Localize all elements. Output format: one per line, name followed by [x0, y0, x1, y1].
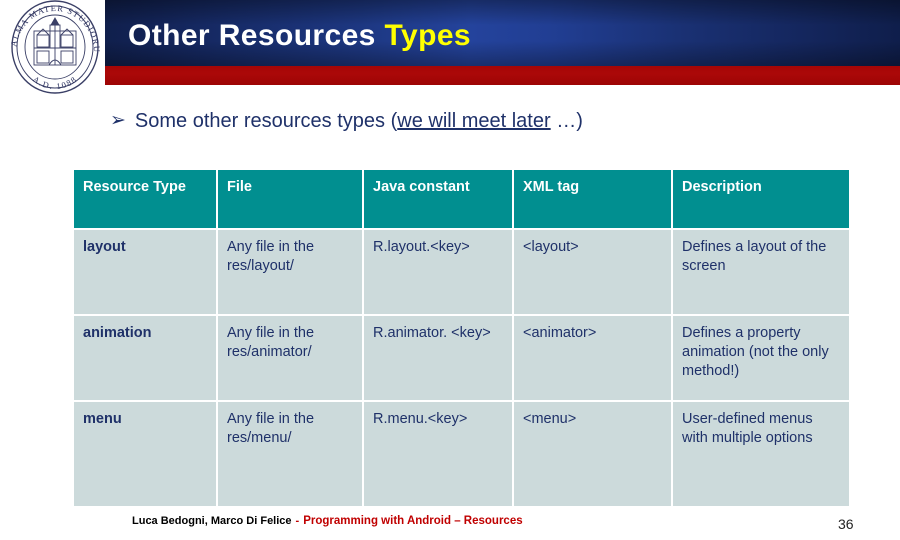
column-header-java-constant: Java constant: [364, 170, 512, 228]
cell-resource-type: layout: [74, 230, 216, 314]
table-row: animation Any file in the res/animator/ …: [74, 316, 849, 400]
bullet-text-underlined: we will meet later: [397, 110, 551, 132]
cell-resource-type: animation: [74, 316, 216, 400]
column-header-resource-type: Resource Type: [74, 170, 216, 228]
column-header-file: File: [218, 170, 362, 228]
red-accent-bar: [105, 66, 900, 85]
cell-java-constant: R.layout.<key>: [364, 230, 512, 314]
table-header-row: Resource Type File Java constant XML tag…: [74, 170, 849, 228]
cell-file: Any file in the res/layout/: [218, 230, 362, 314]
cell-file: Any file in the res/animator/: [218, 316, 362, 400]
bullet-text-suffix: …): [550, 110, 583, 132]
page-title-main: Other Resources: [128, 19, 376, 52]
cell-java-constant: R.menu.<key>: [364, 402, 512, 506]
page-title: Other Resources Types: [128, 14, 471, 58]
cell-xml-tag: <menu>: [514, 402, 671, 506]
column-header-description: Description: [673, 170, 849, 228]
cell-description: Defines a property animation (not the on…: [673, 316, 849, 400]
page-title-accent: Types: [384, 19, 471, 52]
arrow-bullet-icon: ➢: [110, 110, 126, 131]
table-row: layout Any file in the res/layout/ R.lay…: [74, 230, 849, 314]
footer-subject: Programming with Android – Resources: [303, 515, 523, 527]
page-number: 36: [838, 516, 854, 532]
cell-java-constant: R.animator. <key>: [364, 316, 512, 400]
column-header-xml-tag: XML tag: [514, 170, 671, 228]
cell-description: Defines a layout of the screen: [673, 230, 849, 314]
footer-dash: -: [295, 515, 300, 527]
bullet-text-prefix: Some other resources types (: [134, 110, 398, 132]
resource-types-table: Resource Type File Java constant XML tag…: [72, 168, 851, 508]
bullet-point: ➢ Some other resources types (we will mee…: [110, 110, 870, 133]
footer-authors: Luca Bedogni, Marco Di Felice: [132, 515, 292, 527]
cell-file: Any file in the res/menu/: [218, 402, 362, 506]
slide-footer: Luca Bedogni, Marco Di Felice - Programmin…: [0, 515, 900, 535]
cell-description: User-defined menus with multiple options: [673, 402, 849, 506]
cell-xml-tag: <layout>: [514, 230, 671, 314]
cell-resource-type: menu: [74, 402, 216, 506]
table-row: menu Any file in the res/menu/ R.menu.<k…: [74, 402, 849, 506]
cell-xml-tag: <animator>: [514, 316, 671, 400]
university-seal-logo: ALMA MATER STUDIORUM A.D. 1088: [0, 0, 106, 96]
